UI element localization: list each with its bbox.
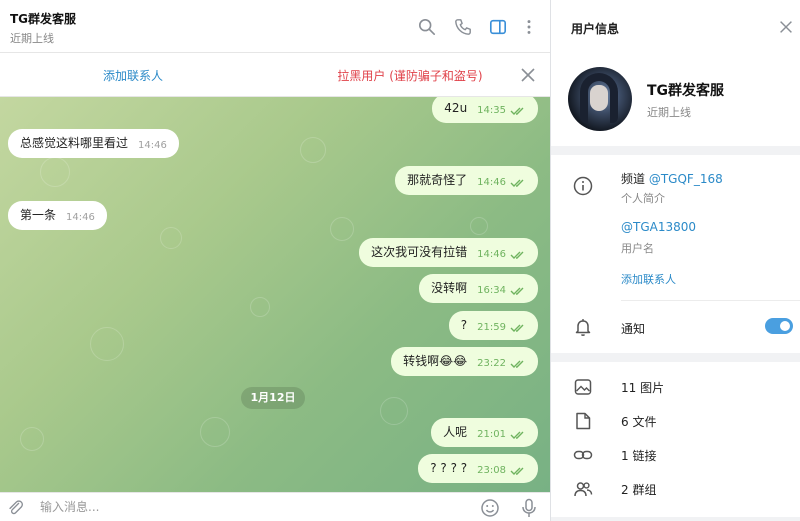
read-ticks-icon [510, 324, 524, 332]
notifications-label: 通知 [621, 322, 646, 336]
message-bubble[interactable]: 转钱啊😂😂 23:22 [391, 347, 538, 376]
chat-panel: TG群发客服 近期上线 添加联系人 拉黑用户 (谨防骗子和盗号) 42u 14:… [0, 0, 551, 521]
message-text: 转钱啊😂😂 [403, 354, 468, 368]
bell-icon [573, 317, 593, 337]
info-icon [573, 176, 593, 196]
read-ticks-icon [510, 287, 524, 295]
message-time: 14:46 [477, 249, 506, 260]
sidebar-toggle-icon[interactable] [488, 17, 508, 37]
message-text: 人呢 [443, 425, 468, 439]
media-item-files[interactable]: 6 文件 [621, 413, 656, 430]
message-text: 第一条 [20, 208, 57, 222]
message-bubble[interactable]: 第一条 14:46 [8, 201, 107, 230]
bio-text: 频道 @TGQF_168 [621, 170, 723, 187]
read-ticks-icon [510, 179, 524, 187]
phone-icon[interactable] [453, 17, 473, 37]
bio-prefix: 频道 [621, 172, 646, 186]
block-user-button[interactable]: 拉黑用户 (谨防骗子和盗号) [300, 67, 520, 84]
message-time: 16:34 [477, 285, 506, 296]
paperclip-icon[interactable] [6, 498, 24, 516]
close-icon[interactable] [777, 18, 795, 36]
message-text: 这次我可没有拉错 [371, 245, 468, 259]
message-bubble[interactable]: ? ? ? ? 23:08 [418, 454, 538, 483]
message-time: 23:22 [477, 358, 506, 369]
profile-card: 用户信息 TG群发客服 近期上线 [551, 0, 800, 146]
message-list[interactable]: 42u 14:35 总感觉这料哪里看过 14:46 那就奇怪了 14:46 第一条 14… [0, 97, 550, 492]
media-item-links[interactable]: 1 链接 [621, 447, 656, 464]
read-ticks-icon [510, 360, 524, 368]
read-ticks-icon [510, 251, 524, 259]
message-text: 总感觉这料哪里看过 [20, 136, 129, 150]
media-card: 11 图片 6 文件 1 链接 2 群组 [551, 362, 800, 517]
message-text: 没转啊 [431, 281, 468, 295]
chat-title[interactable]: TG群发客服 [10, 10, 76, 27]
bio-label: 个人简介 [621, 192, 665, 205]
contact-action-bar: 添加联系人 拉黑用户 (谨防骗子和盗号) [0, 53, 550, 97]
chat-status: 近期上线 [10, 32, 54, 45]
search-icon[interactable] [417, 17, 437, 37]
message-time: 14:46 [477, 177, 506, 188]
user-info-panel: 用户信息 TG群发客服 近期上线 频道 @TGQF_168 个人简介 @TGA1… [551, 0, 800, 521]
message-time: 14:46 [66, 212, 95, 223]
message-bubble[interactable]: 人呢 21:01 [431, 418, 538, 447]
message-bubble[interactable]: ? 21:59 [448, 311, 538, 340]
close-icon[interactable] [518, 65, 538, 85]
message-time: 14:46 [138, 140, 167, 151]
message-time: 14:35 [477, 105, 506, 116]
message-time: 23:08 [477, 465, 506, 476]
message-bubble[interactable]: 没转啊 16:34 [419, 274, 538, 303]
add-contact-button[interactable]: 添加联系人 [0, 67, 266, 84]
message-text: ? ? ? ? [430, 461, 468, 475]
username-label: 用户名 [621, 242, 654, 255]
notifications-toggle[interactable] [765, 318, 793, 334]
message-time: 21:01 [477, 429, 506, 440]
message-bubble[interactable]: 42u 14:35 [432, 97, 538, 123]
add-contact-button[interactable]: 添加联系人 [621, 271, 676, 287]
panel-title: 用户信息 [571, 22, 620, 36]
message-text: 42u [444, 101, 468, 115]
avatar[interactable] [568, 67, 632, 131]
username-value[interactable]: @TGA13800 [621, 220, 696, 234]
more-icon[interactable] [519, 17, 539, 37]
media-item-groups[interactable]: 2 群组 [621, 481, 656, 498]
date-separator: 1月12日 [241, 387, 305, 409]
bio-link[interactable]: @TGQF_168 [649, 172, 723, 186]
chat-header: TG群发客服 近期上线 [0, 0, 550, 53]
divider [621, 300, 800, 301]
message-time: 21:59 [477, 322, 506, 333]
message-text: 那就奇怪了 [407, 173, 468, 187]
read-ticks-icon [510, 431, 524, 439]
message-bubble[interactable]: 这次我可没有拉错 14:46 [359, 238, 538, 267]
message-bubble[interactable]: 总感觉这料哪里看过 14:46 [8, 129, 179, 158]
image-icon [573, 377, 593, 397]
emoji-icon[interactable] [480, 498, 500, 518]
link-icon [573, 445, 593, 465]
profile-name: TG群发客服 [647, 83, 725, 99]
group-icon [573, 479, 593, 499]
profile-status: 近期上线 [647, 106, 691, 119]
media-item-images[interactable]: 11 图片 [621, 379, 664, 396]
details-card: 频道 @TGQF_168 个人简介 @TGA13800 用户名 添加联系人 通知 [551, 155, 800, 353]
message-text: ? [460, 318, 468, 332]
file-icon [573, 411, 593, 431]
read-ticks-icon [510, 107, 524, 115]
message-composer [0, 492, 550, 521]
message-input[interactable] [40, 497, 460, 517]
message-bubble[interactable]: 那就奇怪了 14:46 [395, 166, 538, 195]
microphone-icon[interactable] [520, 498, 538, 518]
read-ticks-icon [510, 467, 524, 475]
